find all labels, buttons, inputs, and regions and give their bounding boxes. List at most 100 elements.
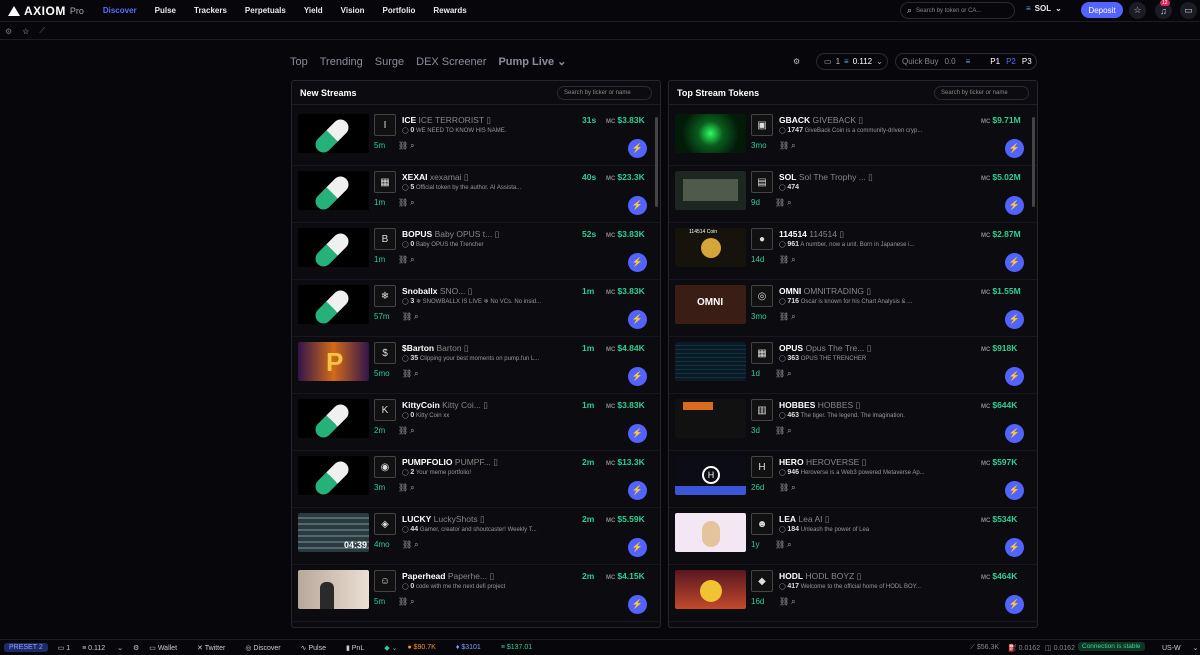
chain-selector[interactable]: ≡ SOL ⌄ xyxy=(1026,4,1062,13)
quick-buy-bolt-button[interactable]: ⚡ xyxy=(1005,538,1024,557)
token-row[interactable]: ▣ GBACK GIVEBACK ▯ ◯ 1747 GiveBack Coin is… xyxy=(669,109,1037,166)
token-row[interactable]: ▦ XEXAI xexamai ▯ ◯ 5 Official token by th… xyxy=(292,166,660,223)
token-avatar[interactable]: I xyxy=(374,114,396,136)
quick-buy-bolt-button[interactable]: ⚡ xyxy=(1005,310,1024,329)
token-avatar[interactable]: ◈ xyxy=(374,513,396,535)
link-icon[interactable]: ⛓ xyxy=(779,597,791,606)
quick-buy-bolt-button[interactable]: ⚡ xyxy=(628,139,647,158)
quick-buy-bolt-button[interactable]: ⚡ xyxy=(1005,481,1024,500)
copy-icon[interactable]: ▯ xyxy=(868,172,873,182)
link-icon[interactable]: ⛓ xyxy=(779,255,791,264)
token-avatar[interactable]: H xyxy=(751,456,773,478)
token-row[interactable]: ☺ Paperhead Paperhe... ▯ ◯ 0 code with me … xyxy=(292,565,660,622)
search-icon[interactable]: ⌕ xyxy=(791,597,797,606)
stream-thumbnail[interactable]: P xyxy=(298,342,369,381)
quick-buy-bolt-button[interactable]: ⚡ xyxy=(1005,253,1024,272)
tab-surge[interactable]: Surge xyxy=(375,56,404,68)
search-icon[interactable]: ⌕ xyxy=(791,312,797,321)
copy-icon[interactable]: ▯ xyxy=(464,343,469,353)
quick-buy-bolt-button[interactable]: ⚡ xyxy=(628,253,647,272)
token-row[interactable]: K KittyCoin Kitty Coi... ▯ ◯ 0 Kitty Coin … xyxy=(292,394,660,451)
wallet-selector[interactable]: ▭ 1 ≡ 0.112 ⌄ xyxy=(816,53,888,70)
token-row[interactable]: ◉ PUMPFOLIO PUMPF... ▯ ◯ 2 Your meme portf… xyxy=(292,451,660,508)
stream-thumbnail[interactable] xyxy=(298,399,369,438)
copy-icon[interactable]: ▯ xyxy=(857,571,862,581)
nav-pulse[interactable]: Pulse xyxy=(146,6,185,15)
token-row[interactable]: ▦ OPUS Opus The Tre... ▯ ◯ 363 OPUS THE TR… xyxy=(669,337,1037,394)
token-row[interactable]: ☻ LEA Lea AI ▯ ◯ 184 Unleash the power of … xyxy=(669,508,1037,565)
token-avatar[interactable]: ☺ xyxy=(374,570,396,592)
link-icon[interactable]: ⛓ xyxy=(775,540,787,549)
token-avatar[interactable]: ▤ xyxy=(751,171,773,193)
search-icon[interactable]: ⌕ xyxy=(414,312,420,321)
token-avatar[interactable]: ◆ xyxy=(751,570,773,592)
link-icon[interactable]: ⛓ xyxy=(398,255,410,264)
search-icon[interactable]: ⌕ xyxy=(787,540,793,549)
quick-buy-bolt-button[interactable]: ⚡ xyxy=(1005,595,1024,614)
copy-icon[interactable]: ▯ xyxy=(464,172,469,182)
settings-gear-icon[interactable]: ⚙ xyxy=(5,27,12,36)
link-icon[interactable]: ⛓ xyxy=(775,369,787,378)
search-icon[interactable]: ⌕ xyxy=(414,369,420,378)
footer-wallet-selector[interactable]: ▭ 1 ≡ 0.112 ⌄ xyxy=(58,644,123,652)
token-avatar[interactable]: ▦ xyxy=(374,171,396,193)
stream-thumbnail[interactable] xyxy=(675,171,746,210)
stream-thumbnail[interactable] xyxy=(675,114,746,153)
token-row[interactable]: 04:39 ◈ LUCKY LuckyShots ▯ ◯ 44 Gamer, crea… xyxy=(292,508,660,565)
search-icon[interactable]: ⌕ xyxy=(410,597,416,606)
copy-icon[interactable]: ▯ xyxy=(867,343,872,353)
copy-icon[interactable]: ▯ xyxy=(480,514,485,524)
link-icon[interactable]: ⛓ xyxy=(779,141,791,150)
search-icon[interactable]: ⌕ xyxy=(787,369,793,378)
stream-thumbnail[interactable] xyxy=(675,570,746,609)
footer-twitter-link[interactable]: ✕ Twitter xyxy=(197,644,235,652)
quick-buy-bolt-button[interactable]: ⚡ xyxy=(628,310,647,329)
copy-icon[interactable]: ▯ xyxy=(495,229,500,239)
link-icon[interactable]: ⛓ xyxy=(402,540,414,549)
token-avatar[interactable]: ▥ xyxy=(751,399,773,421)
search-icon[interactable]: ⌕ xyxy=(410,483,416,492)
stream-thumbnail[interactable] xyxy=(675,513,746,552)
link-icon[interactable]: ⛓ xyxy=(775,426,787,435)
token-row[interactable]: ▤ SOL Sol The Trophy ... ▯ ◯ 474 9d ⛓⌕ MC $5.… xyxy=(669,166,1037,223)
link-icon[interactable]: ⛓ xyxy=(398,198,410,207)
tab-top[interactable]: Top xyxy=(290,56,308,68)
search-icon[interactable]: ⌕ xyxy=(787,198,793,207)
stream-thumbnail[interactable] xyxy=(298,570,369,609)
search-icon[interactable]: ⌕ xyxy=(410,198,416,207)
token-avatar[interactable]: ☻ xyxy=(751,513,773,535)
scrollbar[interactable] xyxy=(1032,117,1035,207)
copy-icon[interactable]: ▯ xyxy=(493,457,498,467)
copy-icon[interactable]: ▯ xyxy=(468,286,473,296)
stream-thumbnail[interactable]: H xyxy=(675,456,746,495)
nav-rewards[interactable]: Rewards xyxy=(424,6,475,15)
copy-icon[interactable]: ▯ xyxy=(483,400,488,410)
token-row[interactable]: P $ $Barton Barton ▯ ◯ 35 Clipping your bes… xyxy=(292,337,660,394)
quick-buy-input[interactable]: Quick Buy 0.0 ≡ P1 P2 P3 xyxy=(895,53,1037,70)
footer-extension-icon[interactable]: ◆ ⌄ xyxy=(384,644,397,652)
tab-pump-live[interactable]: Pump Live ⌄ xyxy=(498,55,566,68)
stream-thumbnail[interactable]: OMNI xyxy=(675,285,746,324)
stream-thumbnail[interactable] xyxy=(298,285,369,324)
top-stream-search-input[interactable]: Search by ticker or name xyxy=(934,85,1029,100)
token-avatar[interactable]: ● xyxy=(751,228,773,250)
footer-wallet-link[interactable]: ▭ Wallet xyxy=(149,644,187,652)
copy-icon[interactable]: ▯ xyxy=(862,457,867,467)
stream-thumbnail[interactable] xyxy=(298,456,369,495)
stream-thumbnail[interactable] xyxy=(298,114,369,153)
search-icon[interactable]: ⌕ xyxy=(787,426,793,435)
token-avatar[interactable]: B xyxy=(374,228,396,250)
footer-discover-link[interactable]: ◎ Discover xyxy=(245,644,290,652)
stream-thumbnail[interactable]: 04:39 xyxy=(298,513,369,552)
scrollbar[interactable] xyxy=(655,117,658,207)
token-row[interactable]: ◆ HODL HODL BOYZ ▯ ◯ 417 Welcome to the of… xyxy=(669,565,1037,622)
nav-yield[interactable]: Yield xyxy=(295,6,332,15)
nav-discover[interactable]: Discover xyxy=(94,6,146,15)
link-icon[interactable]: ⛓ xyxy=(398,483,410,492)
preset-p1[interactable]: P1 xyxy=(990,57,1000,66)
deposit-button[interactable]: Deposit xyxy=(1081,2,1123,18)
token-row[interactable]: H H HERO HEROVERSE ▯ ◯ 946 Heroverse is a W… xyxy=(669,451,1037,508)
search-icon[interactable]: ⌕ xyxy=(791,255,797,264)
link-icon[interactable]: ⛓ xyxy=(775,198,787,207)
link-icon[interactable]: ⛓ xyxy=(398,597,410,606)
